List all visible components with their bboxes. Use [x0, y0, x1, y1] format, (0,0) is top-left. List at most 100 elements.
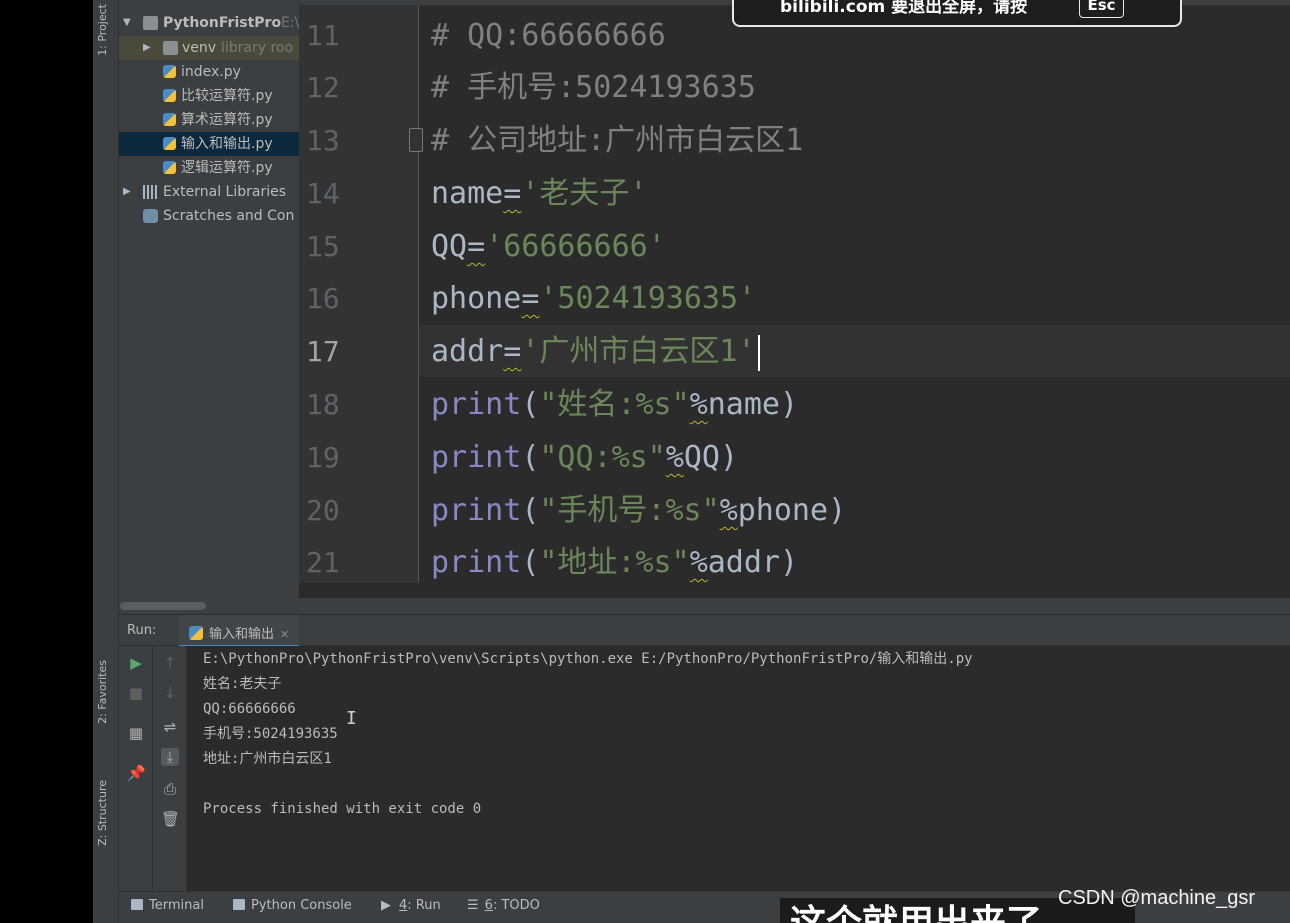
python-file-icon: [163, 161, 176, 174]
tool-tab-favorites[interactable]: 2: Favorites: [96, 660, 109, 724]
line-number: 18: [306, 388, 340, 421]
variable-name: name: [431, 176, 504, 211]
assign-operator: =: [503, 176, 522, 211]
trash-icon[interactable]: 🗑: [161, 810, 180, 828]
todo-label: : TODO: [492, 898, 540, 913]
tree-item-file[interactable]: 逻辑运算符.py: [119, 156, 299, 180]
tree-item-label: 逻辑运算符.py: [181, 160, 273, 176]
stop-icon[interactable]: ■: [127, 684, 145, 702]
libraries-icon: [143, 185, 158, 199]
scroll-to-end-icon[interactable]: ⤓: [161, 748, 179, 766]
argument: addr: [707, 545, 780, 580]
string-literal: '66666666': [485, 229, 666, 264]
function-name: print: [431, 493, 522, 528]
todo-button[interactable]: ☰ 6: TODO: [467, 898, 540, 913]
code-line-assignment: phone='5024193635': [431, 273, 756, 325]
esc-key-badge: Esc: [1079, 0, 1124, 18]
tree-item-file[interactable]: 比较运算符.py: [119, 84, 299, 108]
rerun-icon[interactable]: ▶: [127, 654, 145, 672]
terminal-label: Terminal: [149, 898, 204, 913]
tree-item-file[interactable]: 算术运算符.py: [119, 108, 299, 132]
expand-arrow-icon[interactable]: ▼: [123, 11, 131, 35]
variable-name: phone: [431, 281, 522, 316]
tree-item-label: 比较运算符.py: [181, 88, 273, 104]
run-window-label: : Run: [407, 898, 441, 913]
gutter-divider: [418, 0, 419, 583]
tree-item-note: library roo: [221, 40, 294, 56]
text-caret: [757, 334, 760, 371]
code-line-comment: # 公司地址:广州市白云区1: [431, 123, 804, 158]
string-literal: '老夫子': [521, 176, 648, 211]
function-name: print: [431, 545, 522, 580]
code-line-assignment: QQ='66666666': [431, 221, 666, 273]
paren: (: [521, 387, 540, 422]
tree-item-label: venv: [182, 40, 217, 56]
line-number: 13: [306, 124, 340, 157]
assign-operator: =: [521, 281, 540, 316]
function-name: print: [431, 387, 522, 422]
console-line-exit: Process finished with exit code 0: [203, 801, 482, 817]
tool-tab-project[interactable]: 1: Project: [96, 4, 109, 56]
line-number-current: 17: [306, 335, 340, 368]
scrollbar-thumb[interactable]: [120, 602, 206, 610]
console-line: E:\PythonPro\PythonFristPro\venv\Scripts…: [203, 651, 973, 667]
format-operator: %: [665, 440, 684, 475]
run-window-button[interactable]: ▶ 4: Run: [381, 898, 441, 913]
string-literal: '广州市白云区1': [521, 334, 756, 369]
code-line-comment: # 手机号:5024193635: [431, 70, 756, 105]
watermark: CSDN @machine_gsr: [1058, 887, 1256, 909]
python-file-icon: [163, 89, 176, 102]
collapse-arrow-icon[interactable]: ▶: [123, 180, 131, 204]
console-line: 姓名:老夫子: [203, 676, 282, 692]
tree-item-venv[interactable]: ▶ venv library roo: [119, 36, 299, 60]
fullscreen-notice-text: bilibili.com 要退出全屏，请按: [780, 0, 1028, 17]
tree-item-label: 输入和输出.py: [181, 136, 273, 152]
terminal-button[interactable]: Terminal: [131, 898, 204, 913]
tree-item-scratches[interactable]: Scratches and Con: [119, 204, 299, 228]
close-icon[interactable]: ✕: [280, 628, 289, 641]
print-icon[interactable]: ⎙: [161, 780, 179, 798]
tree-item-libraries[interactable]: ▶ External Libraries: [119, 180, 299, 204]
tool-tab-structure[interactable]: Z: Structure: [96, 780, 109, 846]
format-string: "QQ:%s": [539, 440, 666, 475]
console-line: QQ:66666666: [203, 701, 296, 717]
variable-name: addr: [431, 334, 504, 369]
run-console[interactable]: [187, 646, 1290, 891]
code-line-print: print("姓名:%s"%name): [431, 379, 798, 431]
format-string: "地址:%s": [539, 545, 690, 580]
code-line-assignment: name='老夫子': [431, 168, 647, 220]
console-line: 手机号:5024193635: [203, 726, 338, 742]
terminal-icon: [131, 899, 143, 910]
layout-icon[interactable]: ▦: [127, 724, 145, 742]
folder-icon: [143, 16, 158, 30]
horizontal-scrollbar[interactable]: [119, 598, 1290, 614]
fold-marker-icon[interactable]: [409, 128, 423, 152]
pin-icon[interactable]: 📌: [127, 764, 146, 782]
python-file-icon: [163, 113, 176, 126]
scratches-icon: [143, 209, 158, 223]
collapse-arrow-icon[interactable]: ▶: [143, 36, 151, 60]
code-line-print: print("地址:%s"%addr): [431, 537, 798, 589]
python-console-button[interactable]: Python Console: [233, 898, 352, 913]
format-operator: %: [719, 493, 738, 528]
python-icon: [189, 626, 203, 640]
argument: phone: [737, 493, 829, 528]
tree-root[interactable]: ▼ PythonFristPro E:\: [119, 11, 299, 35]
line-number: 12: [306, 71, 340, 104]
soft-wrap-icon[interactable]: ⇌: [161, 718, 179, 736]
run-tab[interactable]: 输入和输出 ✕: [179, 615, 300, 647]
tree-item-file[interactable]: index.py: [119, 60, 299, 84]
paren: (: [521, 493, 540, 528]
paren: ): [780, 545, 799, 580]
ibeam-cursor-icon: I: [346, 708, 357, 729]
python-console-label: Python Console: [251, 898, 352, 913]
up-arrow-icon[interactable]: ↑: [161, 654, 179, 672]
format-operator: %: [689, 387, 708, 422]
paren: (: [521, 545, 540, 580]
tree-root-label: PythonFristPro: [163, 15, 282, 31]
down-arrow-icon[interactable]: ↓: [161, 684, 179, 702]
paren: (: [521, 440, 540, 475]
line-number: 21: [306, 546, 340, 579]
tree-item-file-selected[interactable]: 输入和输出.py: [119, 132, 299, 156]
line-number: 16: [306, 282, 340, 315]
